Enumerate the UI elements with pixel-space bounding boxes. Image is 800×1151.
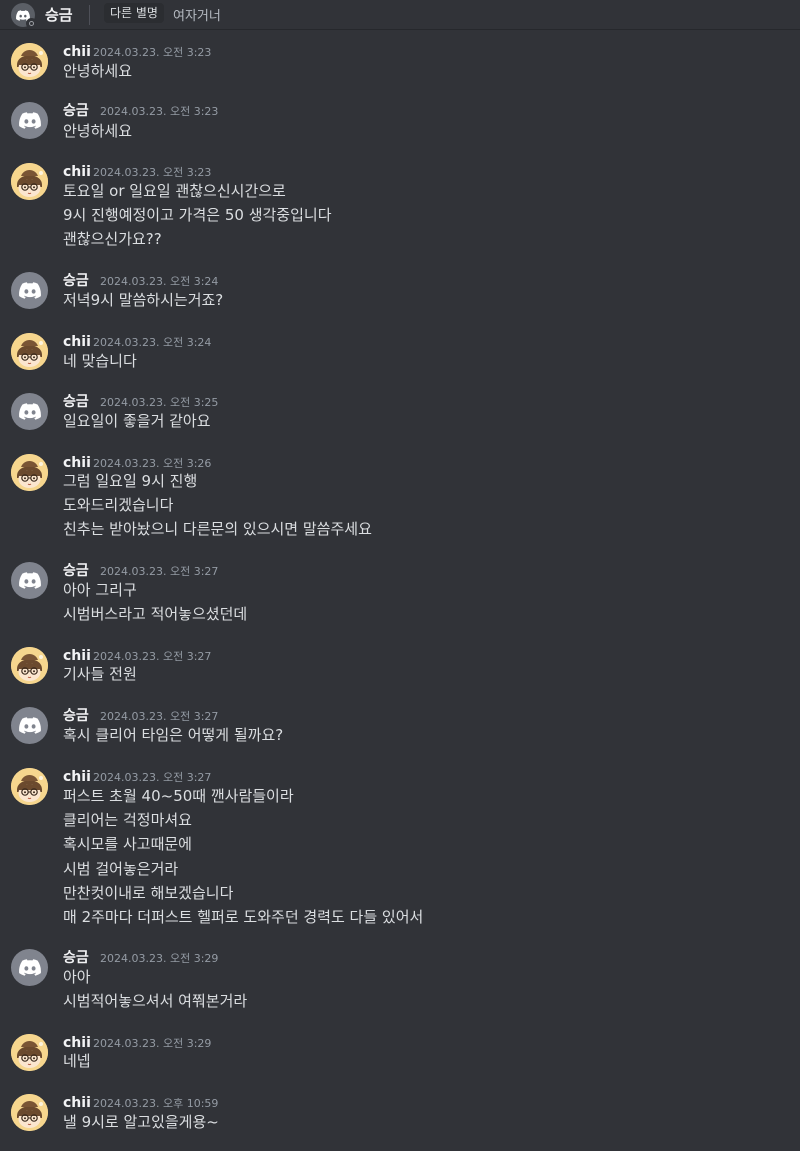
- message-author[interactable]: chii: [63, 1094, 91, 1112]
- dm-user-avatar[interactable]: [11, 3, 37, 29]
- discord-logo-icon: [18, 112, 41, 129]
- message-author[interactable]: chii: [63, 454, 91, 472]
- message-author[interactable]: chii: [63, 333, 91, 351]
- channel-header: 승금 다른 별명 여자거너: [0, 0, 800, 30]
- message-timestamp: 2024.03.23. 오전 3:27: [100, 565, 219, 578]
- chii-avatar-icon: [11, 1034, 48, 1071]
- message-timestamp: 2024.03.23. 오전 3:26: [93, 457, 212, 470]
- message-text: 아아 그리구: [63, 581, 137, 599]
- dm-username: 승금: [45, 6, 73, 24]
- message-avatar[interactable]: [11, 768, 48, 805]
- message-text: 혹시모를 사고때문에: [63, 835, 192, 854]
- message-text: 네 맞습니다: [63, 352, 137, 370]
- message-text: 일요일이 좋을거 같아요: [63, 412, 211, 430]
- message-timestamp: 2024.03.23. 오전 3:25: [100, 396, 219, 409]
- status-indicator: [26, 18, 37, 29]
- message-text: 시범적어놓으셔서 여쭤본거라: [63, 992, 248, 1011]
- chii-avatar-icon: [11, 454, 48, 491]
- message-author[interactable]: chii: [63, 163, 91, 181]
- message-text: 친추는 받아놨으니 다른문의 있으시면 말씀주세요: [63, 520, 372, 539]
- message-author[interactable]: 승금: [63, 707, 89, 725]
- message-avatar[interactable]: [11, 333, 48, 370]
- chii-avatar-icon: [11, 43, 48, 80]
- message-avatar[interactable]: [11, 272, 48, 309]
- message-text: 시범 걸어놓은거라: [63, 859, 179, 878]
- message-timestamp: 2024.03.23. 오전 3:29: [93, 1037, 212, 1050]
- message-avatar[interactable]: [11, 454, 48, 491]
- message-text: 만찬컷이내로 해보겠습니다: [63, 883, 234, 902]
- message-timestamp: 2024.03.23. 오전 3:24: [100, 275, 219, 288]
- message-text: 시범버스라고 적어놓으셨던데: [63, 605, 248, 624]
- message-author[interactable]: 승금: [63, 949, 89, 967]
- discord-logo-icon: [18, 717, 41, 734]
- nickname-value: 여자거너: [173, 9, 221, 24]
- message-text: 혹시 클리어 타임은 어떻게 될까요?: [63, 726, 284, 744]
- message-avatar[interactable]: [11, 1034, 48, 1071]
- message-avatar[interactable]: [11, 647, 48, 684]
- message-text: 토요일 or 일요일 괜찮으신시간으로: [63, 182, 286, 200]
- discord-logo-icon: [18, 282, 41, 299]
- message-author[interactable]: chii: [63, 1034, 91, 1052]
- message-timestamp: 2024.03.23. 오전 3:27: [100, 710, 219, 723]
- message-author[interactable]: 승금: [63, 272, 89, 290]
- message-text: 매 2주마다 더퍼스트 헬퍼로 도와주던 경력도 다들 있어서: [63, 908, 424, 926]
- message-text: 아아: [63, 968, 91, 986]
- message-text: 낼 9시로 알고있을게용~: [63, 1113, 219, 1131]
- message-text: 저녁9시 말씀하시는거죠?: [63, 291, 224, 309]
- header-divider: [89, 5, 90, 25]
- chii-avatar-icon: [11, 1094, 48, 1131]
- message-text: 그럼 일요일 9시 진행: [63, 472, 198, 490]
- message-author[interactable]: 승금: [63, 562, 89, 580]
- discord-logo-icon: [18, 959, 41, 976]
- message-author[interactable]: 승금: [63, 102, 89, 120]
- message-avatar[interactable]: [11, 707, 48, 744]
- message-text: 도와드리겠습니다: [63, 496, 174, 515]
- message-timestamp: 2024.03.23. 오전 3:24: [93, 336, 212, 349]
- message-avatar[interactable]: [11, 393, 48, 430]
- message-text: 안녕하세요: [63, 122, 133, 140]
- message-author[interactable]: chii: [63, 43, 91, 61]
- message-avatar[interactable]: [11, 102, 48, 139]
- message-avatar[interactable]: [11, 949, 48, 986]
- message-text: 퍼스트 초월 40~50때 깬사람들이라: [63, 787, 294, 805]
- message-text: 클리어는 걱정마셔요: [63, 811, 192, 830]
- message-timestamp: 2024.03.23. 오전 3:27: [93, 771, 212, 784]
- message-author[interactable]: chii: [63, 647, 91, 665]
- message-timestamp: 2024.03.23. 오전 3:27: [93, 650, 212, 663]
- chii-avatar-icon: [11, 647, 48, 684]
- chii-avatar-icon: [11, 333, 48, 370]
- message-text: 네넵: [63, 1052, 91, 1070]
- message-author[interactable]: chii: [63, 768, 91, 786]
- message-avatar[interactable]: [11, 1094, 48, 1131]
- message-timestamp: 2024.03.23. 오후 10:59: [93, 1097, 219, 1110]
- message-timestamp: 2024.03.23. 오전 3:23: [93, 166, 212, 179]
- nickname-tag: 다른 별명: [104, 3, 164, 23]
- message-text: 9시 진행예정이고 가격은 50 생각중입니다: [63, 206, 332, 225]
- message-text: 기사들 전원: [63, 665, 137, 683]
- discord-logo-icon: [18, 572, 41, 589]
- message-author[interactable]: 승금: [63, 393, 89, 411]
- message-avatar[interactable]: [11, 43, 48, 80]
- discord-logo-icon: [18, 403, 41, 420]
- message-timestamp: 2024.03.23. 오전 3:23: [93, 46, 212, 59]
- chii-avatar-icon: [11, 768, 48, 805]
- chii-avatar-icon: [11, 163, 48, 200]
- message-text: 안녕하세요: [63, 62, 133, 80]
- message-timestamp: 2024.03.23. 오전 3:29: [100, 952, 219, 965]
- message-text: 괜찮으신가요??: [63, 230, 162, 249]
- message-avatar[interactable]: [11, 163, 48, 200]
- message-timestamp: 2024.03.23. 오전 3:23: [100, 105, 219, 118]
- message-avatar[interactable]: [11, 562, 48, 599]
